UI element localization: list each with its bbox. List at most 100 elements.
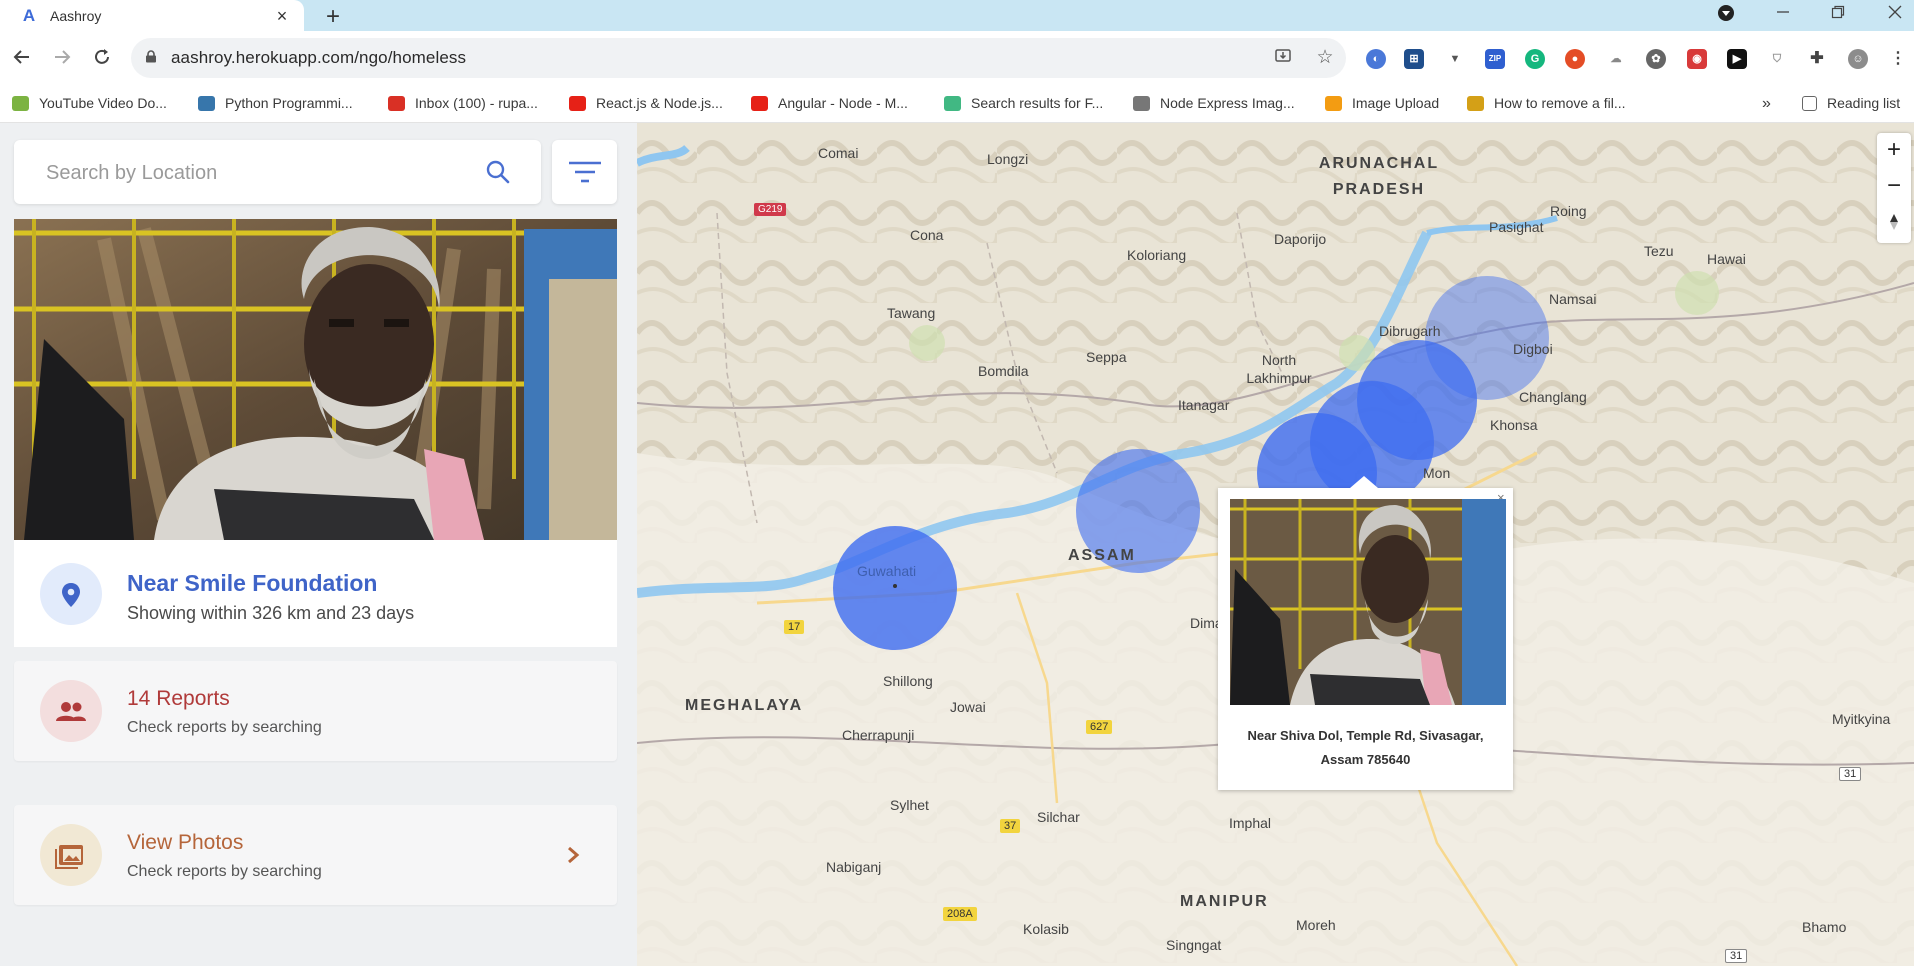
view-photos-card[interactable]: View Photos Check reports by searching — [14, 805, 617, 905]
road-badge: 627 — [1086, 720, 1113, 734]
bookmark-item[interactable]: Node Express Imag... — [1133, 95, 1295, 111]
extension-vue-icon[interactable]: ▼ — [1445, 49, 1465, 69]
compass-icon — [1890, 214, 1898, 230]
bookmark-item[interactable]: How to remove a fil... — [1467, 95, 1626, 111]
youtube-icon — [751, 95, 768, 111]
popup-tip — [1350, 476, 1378, 488]
search-icon[interactable] — [484, 158, 512, 186]
tab-close-icon[interactable]: × — [274, 7, 290, 25]
extension-grammarly-icon[interactable]: G — [1525, 49, 1545, 69]
image-icon — [1133, 95, 1150, 111]
place-label: Bhamo — [1802, 919, 1847, 935]
filter-button[interactable] — [552, 140, 617, 204]
youtube-icon — [569, 95, 586, 111]
place-label: Seppa — [1086, 349, 1127, 365]
tab-strip: A Aashroy × + — [0, 0, 1914, 31]
extension-cloud-icon[interactable]: ☁ — [1606, 49, 1626, 69]
place-label: Sylhet — [890, 797, 929, 813]
place-label: Myitkyina — [1832, 711, 1891, 727]
compass-button[interactable] — [1877, 205, 1911, 239]
place-label: Daporijo — [1274, 231, 1327, 247]
region-label: MEGHALAYA — [685, 697, 804, 714]
place-label: Tawang — [887, 305, 936, 321]
extension-play-icon[interactable]: ▶ — [1727, 49, 1747, 69]
bookmark-item[interactable]: Search results for F... — [944, 95, 1103, 111]
chevron-right-icon[interactable] — [564, 839, 584, 871]
close-window-icon[interactable] — [1884, 4, 1906, 24]
report-popup[interactable]: × Near Shiva Dol, Temple Rd, Sivasagar, … — [1218, 476, 1513, 790]
road-badge: 31 — [1725, 949, 1748, 963]
reports-card[interactable]: 14 Reports Check reports by searching — [14, 661, 617, 761]
url-text[interactable]: aashroy.herokuapp.com/ngo/homeless — [171, 48, 466, 68]
reading-list-button[interactable]: Reading list — [1802, 95, 1900, 111]
back-icon[interactable] — [8, 43, 36, 71]
road-badge: 208A — [943, 907, 977, 921]
place-label: Hawai — [1707, 251, 1746, 267]
bookmark-item[interactable]: Image Upload — [1325, 95, 1439, 111]
road-badge: 17 — [784, 620, 805, 634]
place-label: Bomdila — [978, 363, 1029, 379]
extension-color-icon[interactable]: ● — [1565, 49, 1585, 69]
address-bar[interactable]: aashroy.herokuapp.com/ngo/homeless ☆ — [131, 38, 1346, 78]
place-label: Roing — [1550, 203, 1587, 219]
profile-avatar-icon[interactable]: ☺ — [1848, 49, 1868, 69]
search-input[interactable] — [44, 156, 468, 190]
view-photos-hint: Check reports by searching — [127, 863, 322, 880]
install-app-icon[interactable] — [1272, 47, 1294, 69]
bookmarks-overflow-button[interactable]: » — [1762, 95, 1771, 113]
new-tab-button[interactable]: + — [320, 3, 346, 31]
place-label: Cona — [910, 227, 944, 243]
place-label: Tezu — [1644, 243, 1674, 259]
minimize-icon[interactable] — [1772, 4, 1794, 24]
forward-icon[interactable] — [48, 43, 76, 71]
map[interactable]: ARUNACHAL PRADESH ASSAM MEGHALAYA MANIPU… — [637, 123, 1914, 966]
road-badge: G219 — [754, 203, 787, 216]
zoom-in-button[interactable]: + — [1877, 133, 1911, 167]
python-icon — [198, 95, 215, 111]
place-label: Moreh — [1296, 917, 1336, 933]
place-label: Digboi — [1513, 341, 1553, 357]
vue-icon — [944, 95, 961, 111]
bookmark-item[interactable]: Python Programmi... — [198, 95, 353, 111]
browser-menu-icon[interactable]: ⋮ — [1888, 49, 1908, 69]
bookmark-star-icon[interactable]: ☆ — [1314, 47, 1336, 69]
region-label: ARUNACHAL PRADESH — [1318, 155, 1440, 198]
place-label: Kolasib — [1023, 921, 1069, 937]
report-photo[interactable] — [14, 219, 617, 540]
bookmark-icon — [1325, 95, 1342, 111]
lock-icon[interactable] — [145, 50, 157, 63]
place-label: Imphal — [1229, 815, 1272, 831]
sidebar: Near Smile Foundation Showing within 326… — [0, 123, 637, 966]
zoom-out-button[interactable]: − — [1877, 169, 1911, 203]
bookmarks-bar: YouTube Video Do... Python Programmi... … — [0, 86, 1914, 123]
place-label: Guwahati — [857, 563, 917, 579]
place-label: Khonsa — [1490, 417, 1538, 433]
ngo-range: Showing within 326 km and 23 days — [127, 603, 415, 623]
extension-compass-icon[interactable]: ◐ — [1366, 49, 1386, 69]
extension-grid-icon[interactable]: ⊞ — [1404, 49, 1424, 69]
reload-icon[interactable] — [88, 43, 116, 71]
restore-icon[interactable] — [1827, 4, 1849, 24]
profile-menu-icon[interactable] — [1715, 4, 1737, 27]
extension-camera-icon[interactable]: ◉ — [1687, 49, 1707, 69]
homeless-person-photo — [14, 219, 617, 540]
road-badge: 37 — [1000, 819, 1021, 833]
extension-zip-icon[interactable]: ZIP — [1485, 49, 1505, 69]
extension-gear-icon[interactable]: ✿ — [1646, 49, 1666, 69]
extensions-puzzle-icon[interactable]: ✚ — [1807, 49, 1827, 69]
bookmark-item[interactable]: Inbox (100) - rupa... — [388, 95, 538, 111]
place-label: Dibrugarh — [1379, 323, 1441, 339]
place-label: Cherrapunji — [842, 727, 915, 743]
place-label: Silchar — [1037, 809, 1080, 825]
extension-shield-icon[interactable]: ⛉ — [1767, 49, 1787, 69]
leaf-icon — [12, 95, 29, 111]
emoji-icon — [1467, 95, 1484, 111]
browser-tab[interactable]: A Aashroy × — [0, 0, 304, 31]
ngo-name: Near Smile Foundation — [127, 570, 378, 596]
bookmark-item[interactable]: React.js & Node.js... — [569, 95, 723, 111]
bookmark-item[interactable]: YouTube Video Do... — [12, 95, 167, 111]
bookmark-item[interactable]: Angular - Node - M... — [751, 95, 908, 111]
popup-photo[interactable] — [1230, 499, 1506, 705]
place-label: Nabiganj — [826, 859, 882, 875]
place-label: Namsai — [1549, 291, 1597, 307]
